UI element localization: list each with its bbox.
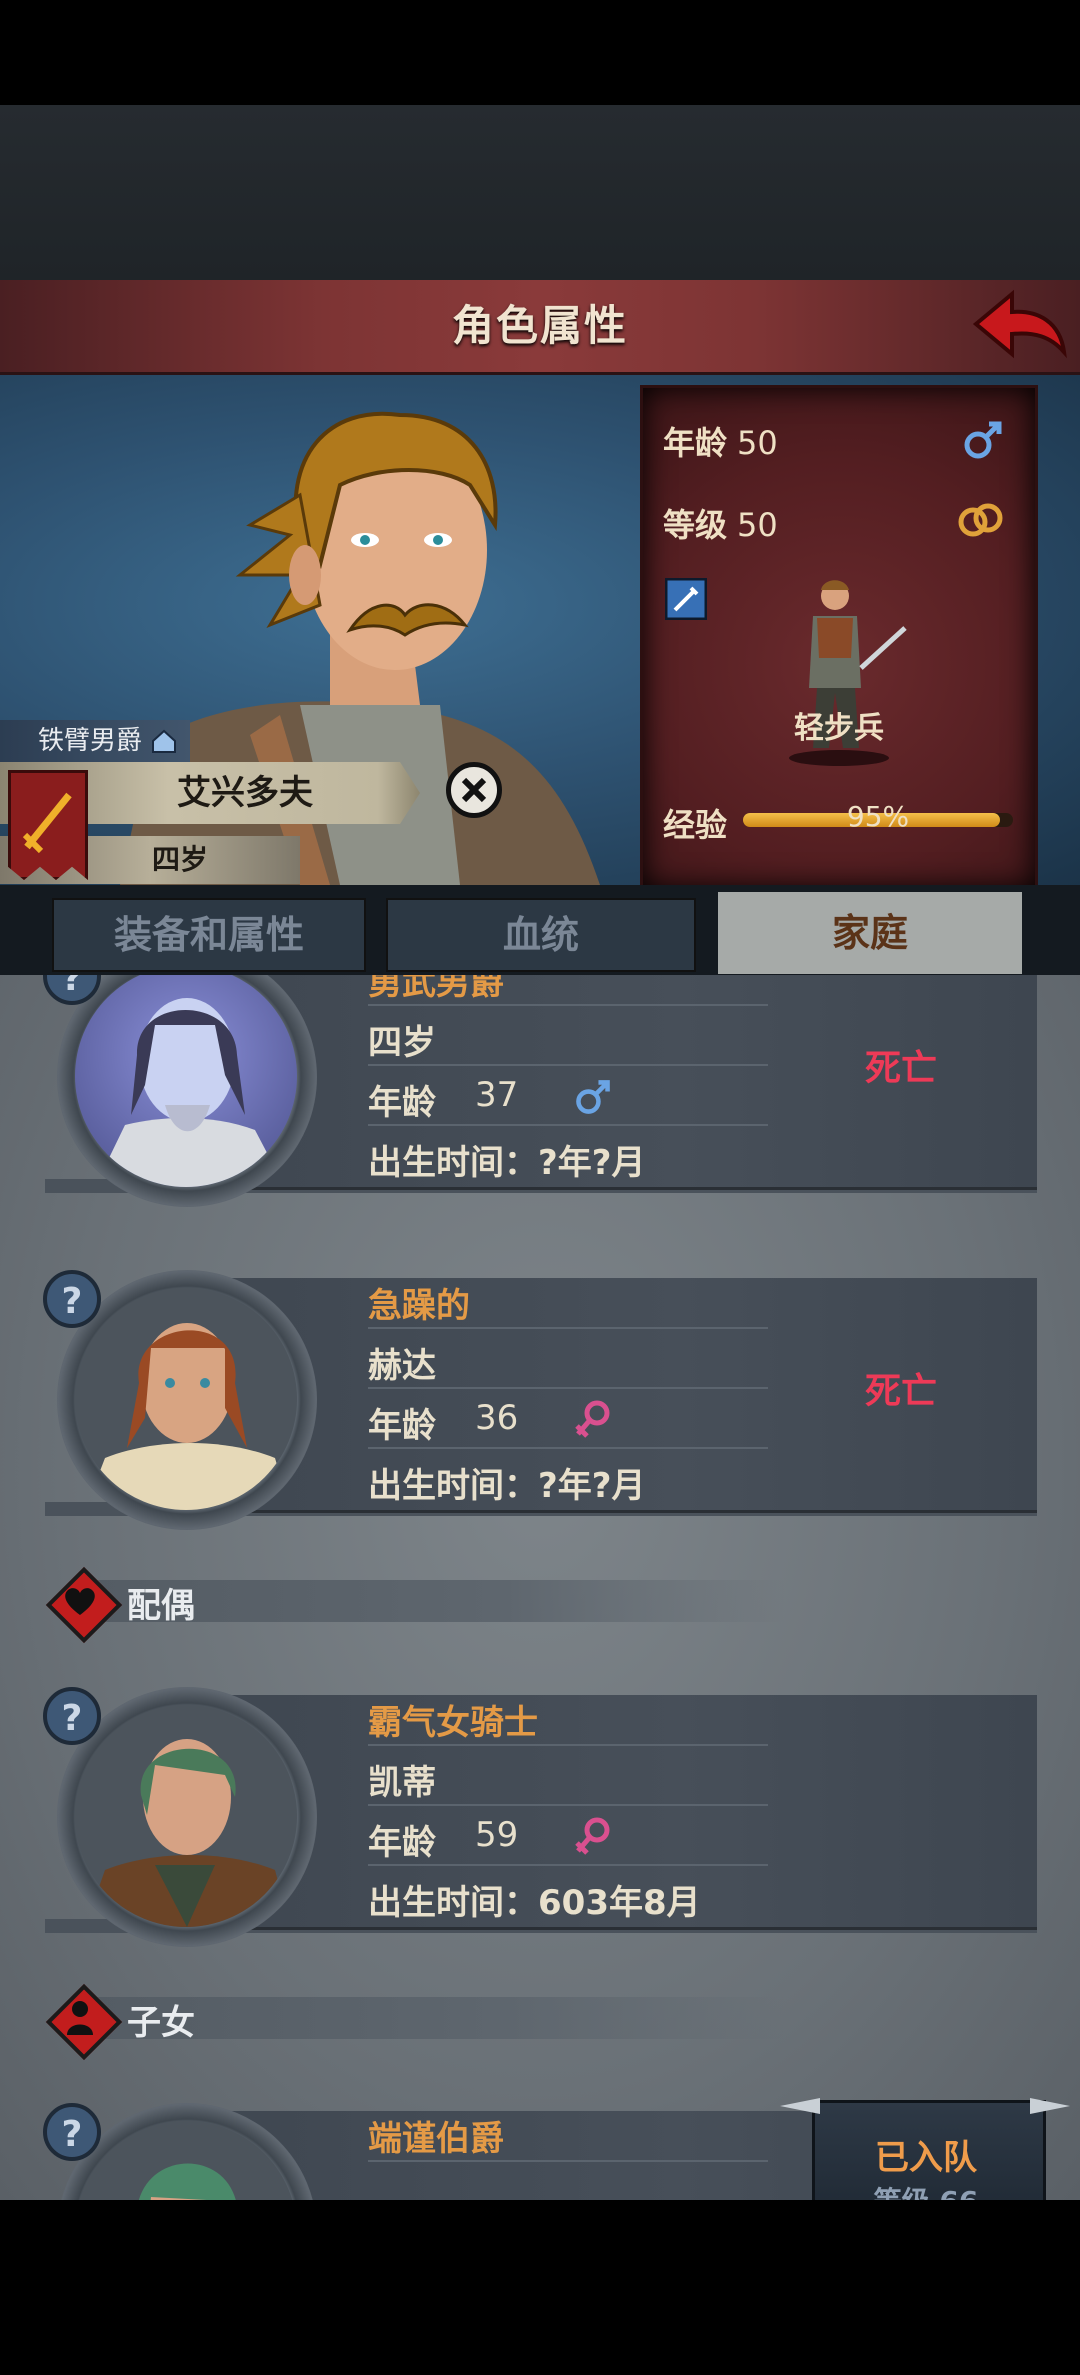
family-card-spouse[interactable]: ? 霸气女骑士 凯蒂 年龄 59 出生时间：603年8月	[43, 1687, 1037, 1947]
unknown-icon[interactable]: ?	[43, 1687, 101, 1745]
father-title: 勇武男爵	[368, 975, 504, 1003]
family-list[interactable]: ? 勇武男爵 四岁 年龄 37 出生时间：?年?月 死亡 ? 急躁的 赫达 年龄…	[0, 975, 1080, 2200]
row-rule	[368, 1004, 768, 1006]
mother-name: 赫达	[368, 1346, 436, 1386]
level-label: 等级	[663, 506, 728, 544]
mother-title: 急躁的	[368, 1286, 470, 1326]
children-section-label: 子女	[127, 2003, 195, 2043]
close-icon	[461, 777, 487, 803]
row-rule	[368, 1864, 768, 1866]
sword-skill-icon[interactable]	[665, 578, 707, 620]
character-name: 艾兴多夫	[177, 773, 313, 813]
stats-panel: 年龄 50 等级 50 轻步兵 经验 95%	[640, 385, 1038, 891]
family-card-father[interactable]: ? 勇武男爵 四岁 年龄 37 出生时间：?年?月 死亡	[43, 975, 1037, 1207]
team-status-label: 已入队	[875, 2138, 977, 2178]
sword-emblem-icon	[22, 792, 72, 854]
avatar-father-art	[95, 998, 285, 1187]
exp-label: 经验	[663, 806, 728, 844]
spouse-section-label: 配偶	[127, 1586, 195, 1626]
row-rule	[368, 1447, 768, 1449]
age-value: 50	[737, 424, 778, 462]
avatar-spouse-art	[85, 1739, 290, 1927]
father-status: 死亡	[865, 1048, 938, 1089]
spouse-birth: 出生时间：603年8月	[368, 1883, 701, 1923]
tab-equipment[interactable]: 装备和属性	[52, 898, 366, 972]
unknown-icon[interactable]: ?	[43, 2103, 101, 2161]
age-label: 年龄	[663, 424, 728, 462]
row-rule	[368, 1387, 768, 1389]
row-rule	[368, 2160, 768, 2162]
father-age: 37	[475, 1075, 519, 1115]
house-banner[interactable]	[8, 770, 88, 880]
row-rule	[368, 1064, 768, 1066]
level-row: 等级 50	[663, 500, 778, 546]
female-icon	[575, 1400, 610, 1438]
avatar	[75, 1705, 297, 1927]
male-icon	[964, 421, 1002, 459]
house-icon	[152, 729, 176, 753]
family-card-mother[interactable]: ? 急躁的 赫达 年龄 36 出生时间：?年?月 死亡	[43, 1270, 1037, 1530]
page-title: 角色属性	[451, 301, 628, 350]
unknown-icon[interactable]: ?	[43, 1270, 101, 1328]
child-title: 端谨伯爵	[368, 2119, 504, 2159]
noble-title-text: 铁臂男爵	[38, 726, 143, 756]
level-value: 50	[737, 506, 778, 544]
tab-bloodline[interactable]: 血统	[386, 898, 696, 972]
mother-age: 36	[475, 1398, 519, 1438]
spouse-name: 凯蒂	[368, 1763, 436, 1803]
section-spouse: 配偶	[45, 1566, 1037, 1644]
person-glyph	[67, 2001, 93, 2035]
female-icon	[575, 1817, 610, 1855]
exp-value: 95%	[846, 800, 910, 833]
mother-birth: 出生时间：?年?月	[368, 1466, 646, 1506]
marriage-rings-icon	[958, 503, 1003, 537]
row-rule	[368, 1124, 768, 1126]
avatar	[75, 1288, 297, 1510]
top-strip	[0, 105, 1080, 280]
row-rule	[368, 1744, 768, 1746]
father-name: 四岁	[368, 1023, 436, 1063]
spouse-age-label: 年龄	[368, 1823, 436, 1863]
age-row: 年龄 50	[663, 418, 778, 464]
bottom-bar	[0, 2200, 1080, 2375]
mother-age-label: 年龄	[368, 1406, 436, 1446]
back-button[interactable]	[968, 286, 1068, 366]
spouse-age: 59	[475, 1815, 519, 1855]
row-rule	[368, 1327, 768, 1329]
header-bar: 角色属性	[0, 280, 1080, 375]
unit-type-label: 轻步兵	[794, 711, 884, 746]
back-arrow-icon	[972, 289, 1067, 359]
male-icon	[576, 1080, 610, 1114]
dismiss-button[interactable]	[446, 762, 502, 818]
character-age-text: 四岁	[151, 843, 208, 876]
father-age-label: 年龄	[368, 1083, 436, 1123]
avatar-mother-art	[85, 1323, 290, 1510]
spouse-title: 霸气女骑士	[368, 1703, 538, 1743]
row-rule	[368, 1804, 768, 1806]
tab-family[interactable]: 家庭	[718, 892, 1022, 974]
avatar	[75, 975, 297, 1187]
mother-status: 死亡	[865, 1371, 938, 1412]
father-birth: 出生时间：?年?月	[368, 1143, 646, 1183]
team-button-spikes	[780, 2098, 1070, 2114]
heart-glyph	[65, 1588, 95, 1615]
section-children: 子女	[45, 1983, 1037, 2061]
